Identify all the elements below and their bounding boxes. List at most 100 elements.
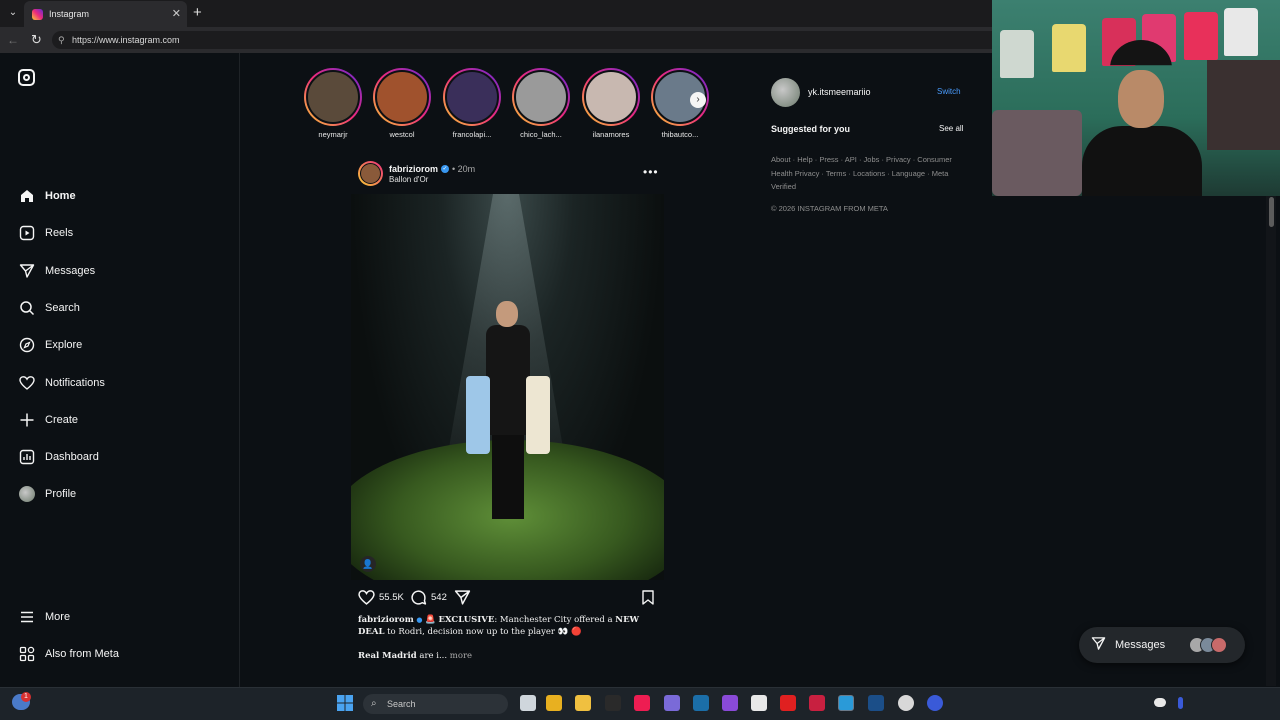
story-avatar xyxy=(306,70,360,124)
adobe-icon[interactable] xyxy=(809,695,825,711)
microphone-icon[interactable] xyxy=(1178,697,1183,709)
sidebar-item-reels[interactable]: Reels xyxy=(18,223,73,243)
sidebar-item-messages[interactable]: Messages xyxy=(18,261,95,281)
sidebar-item-search[interactable]: Search xyxy=(18,298,80,318)
url-input[interactable]: ⚲ https://www.instagram.com xyxy=(52,31,1012,49)
sidebar-item-create[interactable]: Create xyxy=(18,410,78,430)
caption-username[interactable]: fabriziorom xyxy=(358,615,414,625)
sidebar-item-label: Search xyxy=(45,302,80,314)
instagram-logo-icon[interactable] xyxy=(18,69,35,86)
caption-more-link[interactable]: more xyxy=(450,651,472,661)
story-item[interactable]: westcol xyxy=(373,68,431,139)
share-button[interactable] xyxy=(454,589,471,606)
messages-drawer-button[interactable]: Messages xyxy=(1079,627,1245,663)
post-timestamp[interactable]: • 20m xyxy=(452,164,475,174)
story-item[interactable]: neymarjr xyxy=(304,68,362,139)
post-caption-line-2: Real Madrid are i... more xyxy=(358,651,472,661)
avatar[interactable] xyxy=(771,78,800,107)
sidebar-item-more[interactable]: More xyxy=(18,607,70,627)
back-arrow-icon[interactable]: ← xyxy=(7,33,19,47)
stories-next-chevron-icon[interactable]: › xyxy=(690,92,706,108)
siren-icon: 🚨 xyxy=(425,615,436,625)
taskbar-search-input[interactable]: ⌕ Search xyxy=(363,694,508,714)
post-author-avatar[interactable] xyxy=(358,161,383,186)
like-count: 55.5K xyxy=(379,592,404,603)
windows-start-icon[interactable] xyxy=(337,695,353,711)
story-avatar xyxy=(375,70,429,124)
story-item[interactable]: francolapi... xyxy=(443,68,501,139)
reload-icon[interactable]: ↻ xyxy=(31,32,42,48)
steam-icon[interactable] xyxy=(693,695,709,711)
video-editor-icon[interactable] xyxy=(722,695,738,711)
tab-title: Instagram xyxy=(49,9,90,19)
post-options-icon[interactable]: ••• xyxy=(643,165,659,179)
obs-icon[interactable] xyxy=(898,695,914,711)
footer-links[interactable]: About · Help · Press · API · Jobs · Priv… xyxy=(771,153,966,194)
sidebar-item-notifications[interactable]: Notifications xyxy=(18,373,105,393)
like-button[interactable]: 55.5K xyxy=(358,589,404,606)
post-audio-subtitle[interactable]: Ballon d'Or xyxy=(389,175,428,184)
post-caption: fabriziorom ● 🚨 EXCLUSIVE: Manchester Ci… xyxy=(358,614,668,638)
edge-browser-icon[interactable] xyxy=(838,695,854,711)
file-explorer-icon[interactable] xyxy=(575,695,591,711)
webcam-overlay xyxy=(992,0,1280,196)
messages-icon xyxy=(1091,636,1106,654)
messages-icon xyxy=(18,263,35,280)
post-image[interactable] xyxy=(351,194,664,580)
rockstar-launcher-icon[interactable] xyxy=(546,695,562,711)
ea-app-icon[interactable] xyxy=(927,695,943,711)
url-text: https://www.instagram.com xyxy=(72,35,180,45)
story-ring xyxy=(373,68,431,126)
epic-games-icon[interactable] xyxy=(605,695,621,711)
comment-icon xyxy=(411,590,427,605)
sidebar-item-home[interactable]: Home xyxy=(18,186,76,206)
reels-icon xyxy=(18,225,35,242)
steam-app-icon[interactable] xyxy=(868,695,884,711)
sidebar-item-label: More xyxy=(45,611,71,623)
save-button[interactable] xyxy=(640,589,656,606)
browser-tab[interactable]: Instagram ✕ xyxy=(24,1,187,27)
comment-button[interactable]: 542 xyxy=(410,589,447,606)
message-avatars xyxy=(1189,637,1227,653)
cloud-icon[interactable] xyxy=(1154,698,1166,707)
sidebar-item-also-from-meta[interactable]: Also from Meta xyxy=(18,644,119,664)
plus-icon xyxy=(18,412,35,429)
sidebar-item-label: Notifications xyxy=(45,377,105,389)
avatar xyxy=(18,486,35,503)
verified-badge-icon: ✓ xyxy=(441,165,449,173)
taskbar-search-placeholder: Search xyxy=(387,699,416,709)
notification-badge: 1 xyxy=(21,692,31,702)
tab-list-button[interactable]: ⌄ xyxy=(5,5,21,21)
story-item[interactable]: chico_lach... xyxy=(512,68,570,139)
sidebar-item-explore[interactable]: Explore xyxy=(18,335,82,355)
dashboard-icon xyxy=(18,449,35,466)
page-scrollbar-track[interactable] xyxy=(1266,196,1276,686)
tiktok-icon[interactable] xyxy=(634,695,650,711)
tagged-user-icon[interactable]: 👤 xyxy=(360,556,376,572)
sidebar-item-dashboard[interactable]: Dashboard xyxy=(18,447,99,467)
game-controller-icon[interactable] xyxy=(664,695,680,711)
page-scrollbar-thumb[interactable] xyxy=(1269,197,1274,227)
sidebar-item-profile[interactable]: Profile xyxy=(18,484,76,504)
sidebar-item-label: Home xyxy=(45,190,76,202)
youtube-icon[interactable] xyxy=(780,695,796,711)
sidebar-item-label: Dashboard xyxy=(45,451,99,463)
see-all-link[interactable]: See all xyxy=(939,124,963,133)
search-icon xyxy=(18,300,35,317)
switch-account-link[interactable]: Switch xyxy=(937,87,961,96)
post-author-username[interactable]: fabriziorom xyxy=(389,164,438,174)
site-info-icon[interactable]: ⚲ xyxy=(58,31,65,49)
heart-icon xyxy=(18,375,35,392)
tab-close-icon[interactable]: ✕ xyxy=(172,7,181,20)
meta-apps-icon xyxy=(18,646,35,663)
task-view-icon[interactable] xyxy=(520,695,536,711)
bookmark-icon xyxy=(642,590,654,605)
explore-icon xyxy=(18,337,35,354)
caption-text-1: : Manchester City offered a xyxy=(494,615,616,625)
caption-text-3: are i... xyxy=(416,651,448,661)
new-tab-button[interactable]: + xyxy=(193,4,202,21)
story-item[interactable]: ilanamores xyxy=(582,68,640,139)
story-username: ilanamores xyxy=(592,130,630,139)
current-username[interactable]: yk.itsmeemariio xyxy=(808,87,871,97)
capcut-icon[interactable] xyxy=(751,695,767,711)
